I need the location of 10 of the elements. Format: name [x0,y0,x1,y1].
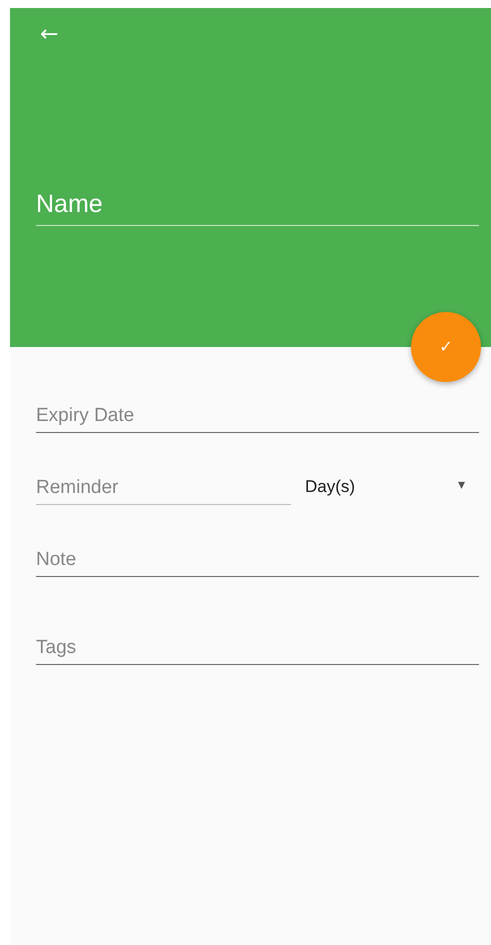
text-field[interactable]: Tags [36,637,479,665]
save-button[interactable]: ✓ [411,312,481,382]
unit-value: Day(s) [305,477,356,497]
reminder-field[interactable]: Reminder [36,477,291,505]
back-button[interactable]: ← [36,22,62,48]
unit-dropdown[interactable]: Day(s) ▾ [305,477,465,497]
name-field[interactable]: Name [36,190,479,226]
caret-icon: ▾ [458,477,465,497]
text-field[interactable]: Note [36,549,479,577]
text-field[interactable]: Expiry Date [36,405,479,433]
